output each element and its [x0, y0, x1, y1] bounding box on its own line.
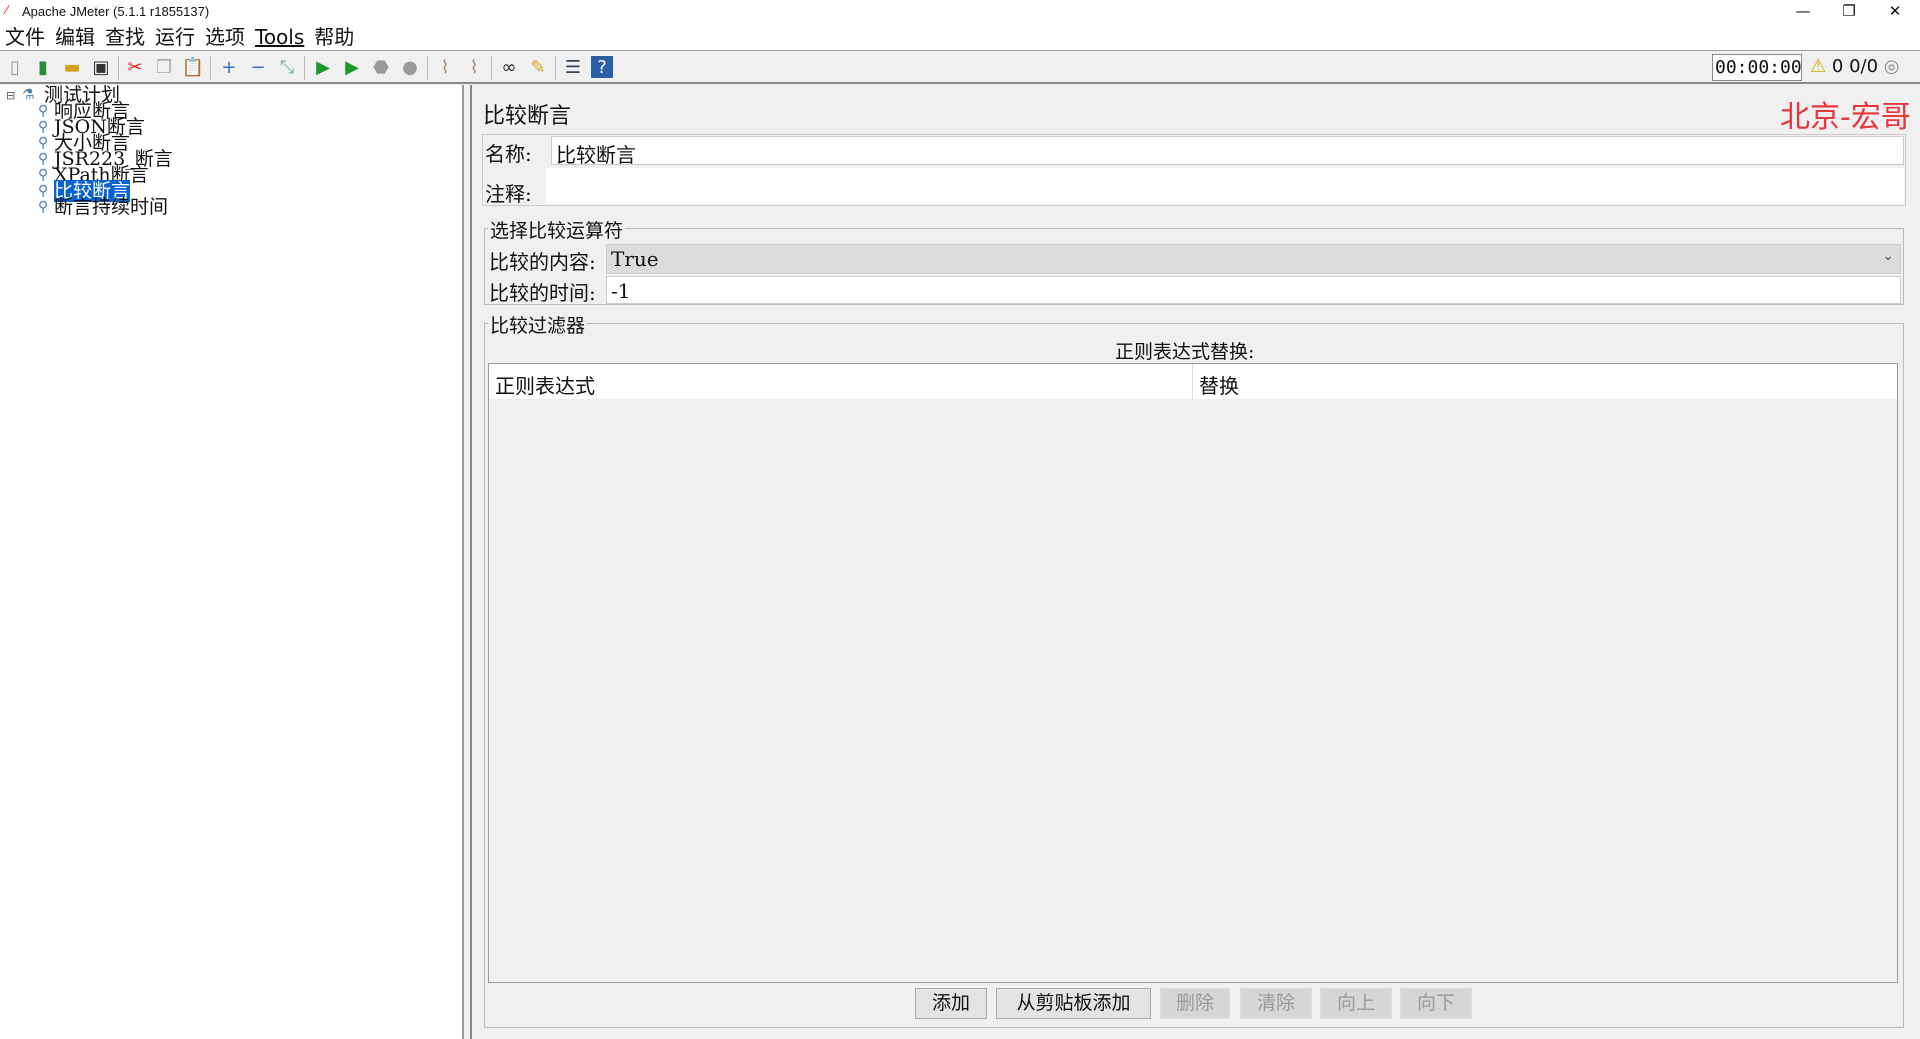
time-input[interactable]: -1 — [606, 276, 1901, 304]
help-icon[interactable]: ? — [591, 56, 613, 78]
toggle-icon[interactable]: ⤡ — [276, 56, 298, 78]
add-from-clipboard-button[interactable]: 从剪贴板添加 — [996, 988, 1151, 1019]
menu-help[interactable]: 帮助 — [309, 24, 359, 50]
menu-file[interactable]: 文件 — [0, 24, 50, 50]
clear-icon[interactable]: ⌇ — [434, 56, 456, 78]
status-area: ⚠ 0 0/0 ◎ — [1810, 56, 1899, 77]
start-icon[interactable]: ▶ — [312, 56, 334, 78]
clear-button[interactable]: 清除 — [1240, 988, 1312, 1019]
expand-icon[interactable]: + — [218, 56, 240, 78]
stop-icon[interactable]: ⬣ — [370, 56, 392, 78]
panel-title: 比较断言 — [483, 104, 572, 129]
remote-status-icon: ◎ — [1883, 56, 1900, 77]
delete-button[interactable]: 删除 — [1160, 988, 1230, 1019]
chevron-down-icon[interactable]: ⌄ — [1882, 248, 1894, 264]
magnifier-icon: ⚲ — [38, 167, 49, 183]
test-plan-tree: ⊟ ⚗ 测试计划 ⚲ 响应断言 ⚲ JSON断言 ⚲ 大小断言 ⚲ JSR223_断言 ⚲… — [0, 85, 464, 1039]
paste-icon[interactable]: 📋 — [182, 56, 204, 78]
watermark: 北京-宏哥 — [1780, 100, 1911, 135]
new-icon[interactable]: ▯ — [4, 56, 26, 78]
operator-group-title: 选择比较运算符 — [488, 216, 626, 243]
toolbar: ▯ ▮ ▬ ▣ ✂ ❐ 📋 + − ⤡ ▶ ▶ ⬣ ● ⌇ ⌇ ∞ ✎ ☰ ? — [0, 52, 1920, 84]
menu-run[interactable]: 运行 — [150, 24, 200, 50]
minimize-button[interactable]: — — [1780, 0, 1826, 24]
move-down-button[interactable]: 向下 — [1400, 988, 1472, 1019]
flask-icon: ⚗ — [22, 87, 35, 103]
magnifier-icon: ⚲ — [38, 151, 49, 167]
column-header-regex[interactable]: 正则表达式 — [495, 370, 595, 399]
name-label: 名称: — [485, 142, 532, 166]
search-icon[interactable]: ∞ — [498, 56, 520, 78]
magnifier-icon: ⚲ — [38, 183, 49, 199]
collapse-icon[interactable]: − — [247, 56, 269, 78]
function-helper-icon[interactable]: ☰ — [562, 56, 584, 78]
shutdown-icon[interactable]: ● — [399, 56, 421, 78]
menu-bar: 文件 编辑 查找 运行 选项 Tools 帮助 — [0, 24, 1920, 51]
tree-item[interactable]: ⚲ 断言持续时间 — [38, 198, 168, 217]
column-header-replace[interactable]: 替换 — [1199, 370, 1239, 399]
magnifier-icon: ⚲ — [38, 199, 49, 215]
menu-edit[interactable]: 编辑 — [50, 24, 100, 50]
table-header: 正则表达式 替换 — [489, 364, 1897, 400]
magnifier-icon: ⚲ — [38, 103, 49, 119]
time-label: 比较的时间: — [489, 281, 596, 305]
move-up-button[interactable]: 向上 — [1320, 988, 1392, 1019]
name-input[interactable]: 比较断言 — [551, 136, 1904, 167]
clear-all-icon[interactable]: ⌇ — [463, 56, 485, 78]
reset-search-icon[interactable]: ✎ — [527, 56, 549, 78]
close-button[interactable]: ✕ — [1872, 0, 1918, 24]
content-label: 比较的内容: — [489, 250, 596, 274]
templates-icon[interactable]: ▮ — [32, 56, 54, 78]
warning-icon[interactable]: ⚠ — [1810, 56, 1826, 77]
start-no-pauses-icon[interactable]: ▶ — [341, 56, 363, 78]
comment-input[interactable] — [546, 168, 1904, 204]
menu-options[interactable]: 选项 — [200, 24, 250, 50]
window-title: Apache JMeter (5.1.1 r1855137) — [22, 4, 210, 19]
collapse-toggle-icon[interactable]: ⊟ — [6, 87, 22, 104]
open-icon[interactable]: ▬ — [61, 56, 83, 78]
comment-label: 注释: — [485, 182, 532, 206]
table-title: 正则表达式替换: — [1115, 341, 1255, 363]
menu-search[interactable]: 查找 — [100, 24, 150, 50]
title-bar: ⁄ Apache JMeter (5.1.1 r1855137) — ❐ ✕ — [0, 0, 1920, 24]
jmeter-logo-icon: ⁄ — [6, 2, 9, 17]
filter-group-title: 比较过滤器 — [488, 311, 588, 338]
restore-button[interactable]: ❐ — [1826, 0, 1872, 24]
warning-count: 0 — [1831, 56, 1844, 77]
copy-icon[interactable]: ❐ — [153, 56, 175, 78]
magnifier-icon: ⚲ — [38, 119, 49, 135]
add-button[interactable]: 添加 — [915, 988, 987, 1019]
content-select[interactable]: True ⌄ — [606, 244, 1901, 274]
menu-tools[interactable]: Tools — [250, 24, 309, 50]
magnifier-icon: ⚲ — [38, 135, 49, 151]
regex-table[interactable]: 正则表达式 替换 — [488, 363, 1898, 983]
save-icon[interactable]: ▣ — [90, 56, 112, 78]
cut-icon[interactable]: ✂ — [124, 56, 146, 78]
elapsed-timer: 00:00:00 — [1712, 54, 1802, 81]
thread-count: 0/0 — [1849, 56, 1879, 77]
